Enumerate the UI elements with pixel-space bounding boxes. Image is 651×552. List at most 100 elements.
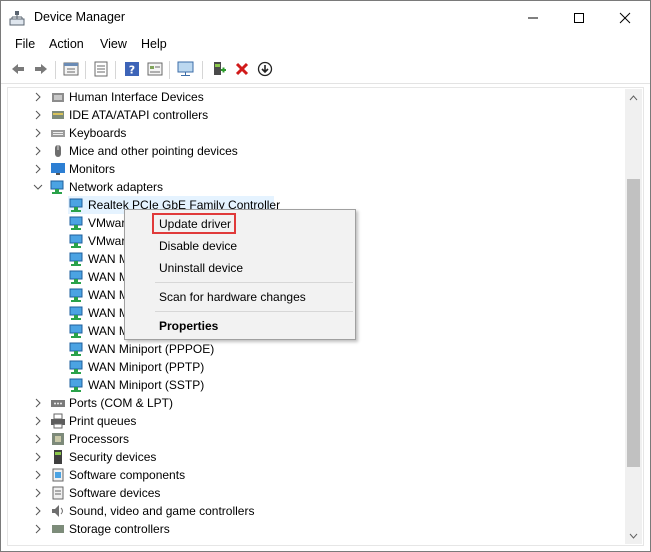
close-icon: [619, 12, 631, 23]
properties-button[interactable]: [92, 60, 110, 78]
title-bar[interactable]: Device Manager: [1, 1, 650, 34]
tree-label: Human Interface Devices: [69, 90, 204, 104]
menu-bar: File Action View Help: [1, 34, 650, 56]
tree-label: WAN M: [88, 270, 129, 284]
minimize-icon: [528, 17, 538, 18]
tree-category-software-devices[interactable]: Software devices: [8, 484, 628, 502]
menu-separator: [155, 282, 353, 283]
tree-category-processors[interactable]: Processors: [8, 430, 628, 448]
add-driver-button[interactable]: [210, 60, 228, 78]
network-adapter-icon: [69, 270, 83, 284]
menu-file[interactable]: File: [15, 37, 35, 51]
download-icon: [257, 61, 273, 77]
chevron-right-icon: [35, 128, 41, 138]
chevron-right-icon: [35, 110, 41, 120]
chevron-right-icon: [35, 164, 41, 174]
network-adapter-icon: [69, 252, 83, 266]
toolbar-separator: [115, 61, 116, 79]
tree-label: Security devices: [69, 450, 157, 464]
maximize-button[interactable]: [556, 1, 602, 34]
port-icon: [51, 400, 65, 407]
tree-label: WAN Miniport (PPPOE): [88, 342, 215, 356]
device-manager-window: Device Manager File Action View Help ? H…: [0, 0, 651, 552]
tree-category-ide-ata[interactable]: IDE ATA/ATAPI controllers: [8, 106, 628, 124]
menu-help[interactable]: Help: [141, 37, 167, 51]
keyboard-icon: [51, 130, 65, 137]
tree-label: Sound, video and game controllers: [69, 504, 255, 518]
scroll-up-button[interactable]: [625, 89, 642, 106]
tree-category-software-components[interactable]: Software components: [8, 466, 628, 484]
tree-label: Software components: [69, 468, 186, 482]
network-adapter-icon: [69, 360, 83, 374]
tree-label: VMwar: [88, 216, 126, 230]
minimize-button[interactable]: [510, 1, 556, 34]
update-driver-button[interactable]: [256, 60, 274, 78]
show-tree-button[interactable]: [62, 60, 80, 78]
monitor-icon: [51, 163, 65, 175]
tree-category-human-interface[interactable]: Human Interface Devices: [8, 88, 628, 106]
toolbar-separator: [202, 61, 203, 79]
menu-item-scan-hardware[interactable]: Scan for hardware changes: [159, 290, 306, 304]
tree-label: Software devices: [69, 486, 161, 500]
device-manager-icon: [9, 11, 25, 26]
menu-item-update-driver[interactable]: Update driver: [159, 217, 231, 231]
processor-icon: [52, 433, 64, 445]
network-adapter-icon: [69, 216, 83, 230]
help-icon: ?: [125, 62, 139, 77]
network-adapter-icon: [69, 342, 83, 356]
tree-category-ports[interactable]: Ports (COM & LPT): [8, 394, 628, 412]
back-button[interactable]: [9, 60, 27, 78]
network-adapter-icon: [69, 234, 83, 248]
network-adapter-icon: [69, 306, 83, 320]
tree-label: Ports (COM & LPT): [69, 396, 174, 410]
tree-label: WAN M: [88, 324, 129, 338]
chevron-right-icon: [35, 398, 41, 408]
forward-button[interactable]: [32, 60, 50, 78]
tree-category-network-adapters[interactable]: Network adapters: [8, 178, 628, 196]
tree-category-keyboards[interactable]: Keyboards: [8, 124, 628, 142]
speaker-icon: [52, 505, 63, 517]
toolbar-separator: [85, 61, 86, 79]
menu-item-disable-device[interactable]: Disable device: [159, 239, 237, 253]
network-adapter-item[interactable]: WAN Miniport (SSTP): [8, 376, 628, 394]
chevron-right-icon: [35, 506, 41, 516]
uninstall-button[interactable]: [233, 60, 251, 78]
tree-category-security-devices[interactable]: Security devices: [8, 448, 628, 466]
tree-category-mice[interactable]: Mice and other pointing devices: [8, 142, 628, 160]
maximize-icon: [574, 12, 584, 23]
menu-view[interactable]: View: [100, 37, 127, 51]
hid-icon: [52, 93, 64, 102]
vertical-scrollbar[interactable]: [625, 89, 642, 544]
mouse-icon: [55, 145, 61, 157]
toolbar: ?: [1, 56, 650, 84]
network-adapter-item[interactable]: WAN Miniport (PPTP): [8, 358, 628, 376]
chevron-right-icon: [35, 524, 41, 534]
tree-category-sound-video[interactable]: Sound, video and game controllers: [8, 502, 628, 520]
toolbar-separator: [169, 61, 170, 79]
view-button[interactable]: [146, 60, 164, 78]
scroll-down-button[interactable]: [625, 527, 642, 544]
chevron-right-icon: [35, 434, 41, 444]
menu-action[interactable]: Action: [49, 37, 84, 51]
tree-label: WAN Miniport (PPTP): [88, 360, 205, 374]
software-component-icon: [52, 468, 64, 482]
tree-label: Mice and other pointing devices: [69, 144, 238, 158]
tree-category-monitors[interactable]: Monitors: [8, 160, 628, 178]
tree-label: Print queues: [69, 414, 137, 428]
network-adapter-icon: [69, 378, 83, 392]
tree-category-storage-controllers[interactable]: Storage controllers: [8, 520, 628, 538]
network-adapter-item[interactable]: WAN Miniport (PPPOE): [8, 340, 628, 358]
tree-category-print-queues[interactable]: Print queues: [8, 412, 628, 430]
scroll-thumb[interactable]: [627, 179, 640, 467]
svg-text:?: ?: [129, 64, 135, 77]
toolbar-separator: [55, 61, 56, 79]
tree-label: IDE ATA/ATAPI controllers: [69, 108, 209, 122]
help-button[interactable]: ?: [123, 60, 141, 78]
chevron-down-icon: [33, 184, 43, 190]
menu-item-properties[interactable]: Properties: [159, 319, 218, 333]
software-device-icon: [52, 486, 64, 500]
scan-hardware-button[interactable]: [177, 60, 195, 78]
chevron-right-icon: [35, 416, 41, 426]
menu-item-uninstall-device[interactable]: Uninstall device: [159, 261, 243, 275]
close-button[interactable]: [602, 1, 648, 34]
